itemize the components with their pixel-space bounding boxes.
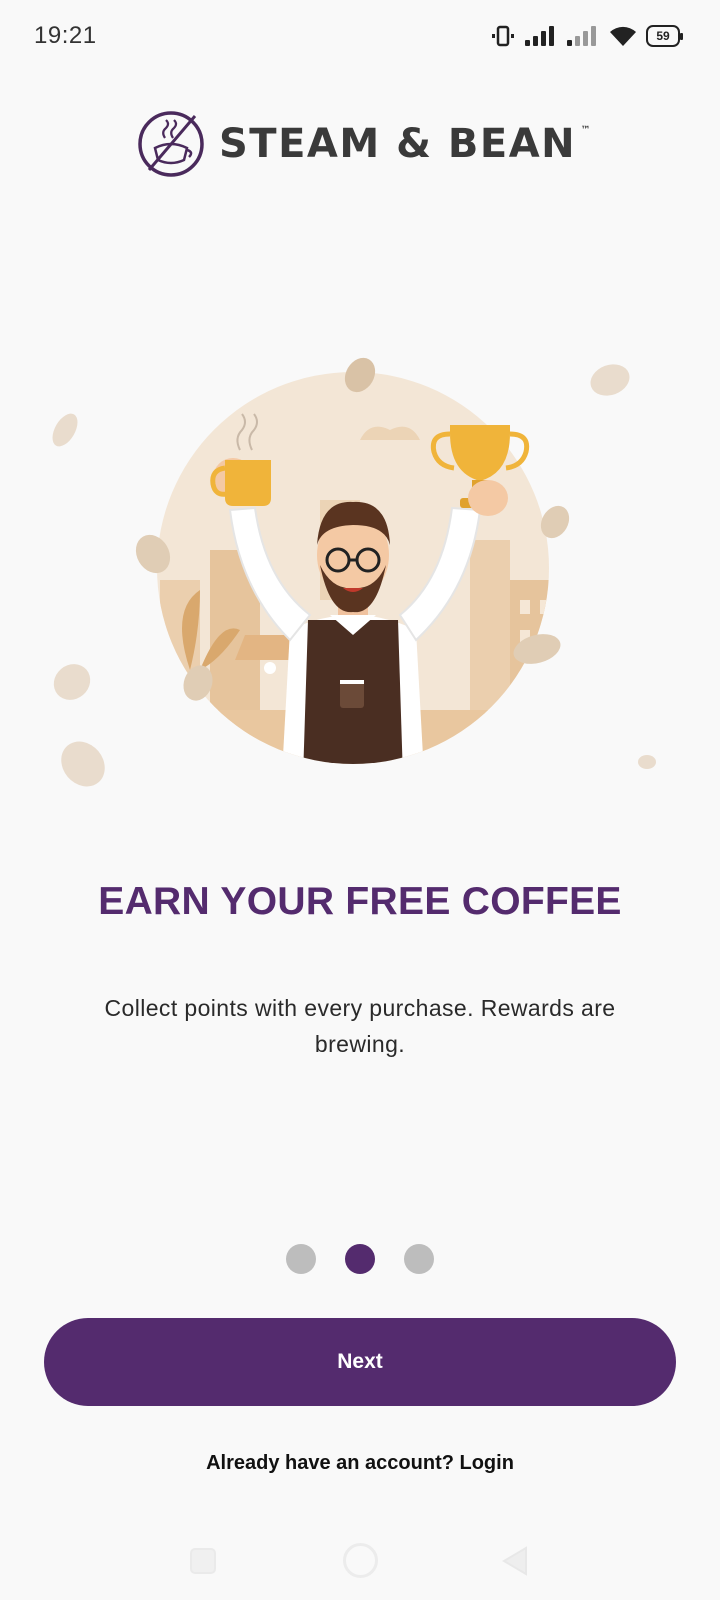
page-dot-2-active[interactable]	[345, 1244, 375, 1274]
trademark: ™	[580, 125, 593, 136]
vibrate-icon	[492, 25, 514, 47]
onboarding-title: EARN YOUR FREE COFFEE	[98, 880, 622, 923]
brand-logo: STEAM & BEAN ™	[137, 110, 591, 178]
onboarding-subtitle: Collect points with every purchase. Rewa…	[104, 995, 616, 1057]
wifi-icon	[610, 26, 636, 46]
status-icons: 59	[490, 20, 683, 52]
page-dot-1[interactable]	[286, 1244, 316, 1274]
coffee-cup-logo-icon	[138, 111, 204, 177]
page-dot-3[interactable]	[404, 1244, 434, 1274]
page-indicator	[0, 1244, 720, 1274]
signal-icon	[525, 26, 554, 46]
recent-apps-icon[interactable]	[190, 1548, 216, 1574]
brand-name: STEAM & BEAN ™	[219, 121, 591, 167]
login-link[interactable]: Already have an account? Login	[0, 1452, 720, 1475]
status-bar: 19:21 59	[0, 0, 720, 72]
battery-level: 59	[656, 29, 670, 43]
status-time: 19:21	[34, 22, 97, 49]
battery-icon: 59	[646, 25, 683, 47]
back-icon[interactable]	[500, 1546, 530, 1576]
signal-icon	[567, 26, 596, 46]
system-navigation-bar	[0, 1520, 720, 1600]
home-icon[interactable]	[343, 1543, 378, 1578]
barista-trophy-illustration	[52, 357, 656, 787]
brand-name-text: STEAM & BEAN	[219, 121, 577, 167]
next-button[interactable]: Next	[44, 1318, 676, 1406]
